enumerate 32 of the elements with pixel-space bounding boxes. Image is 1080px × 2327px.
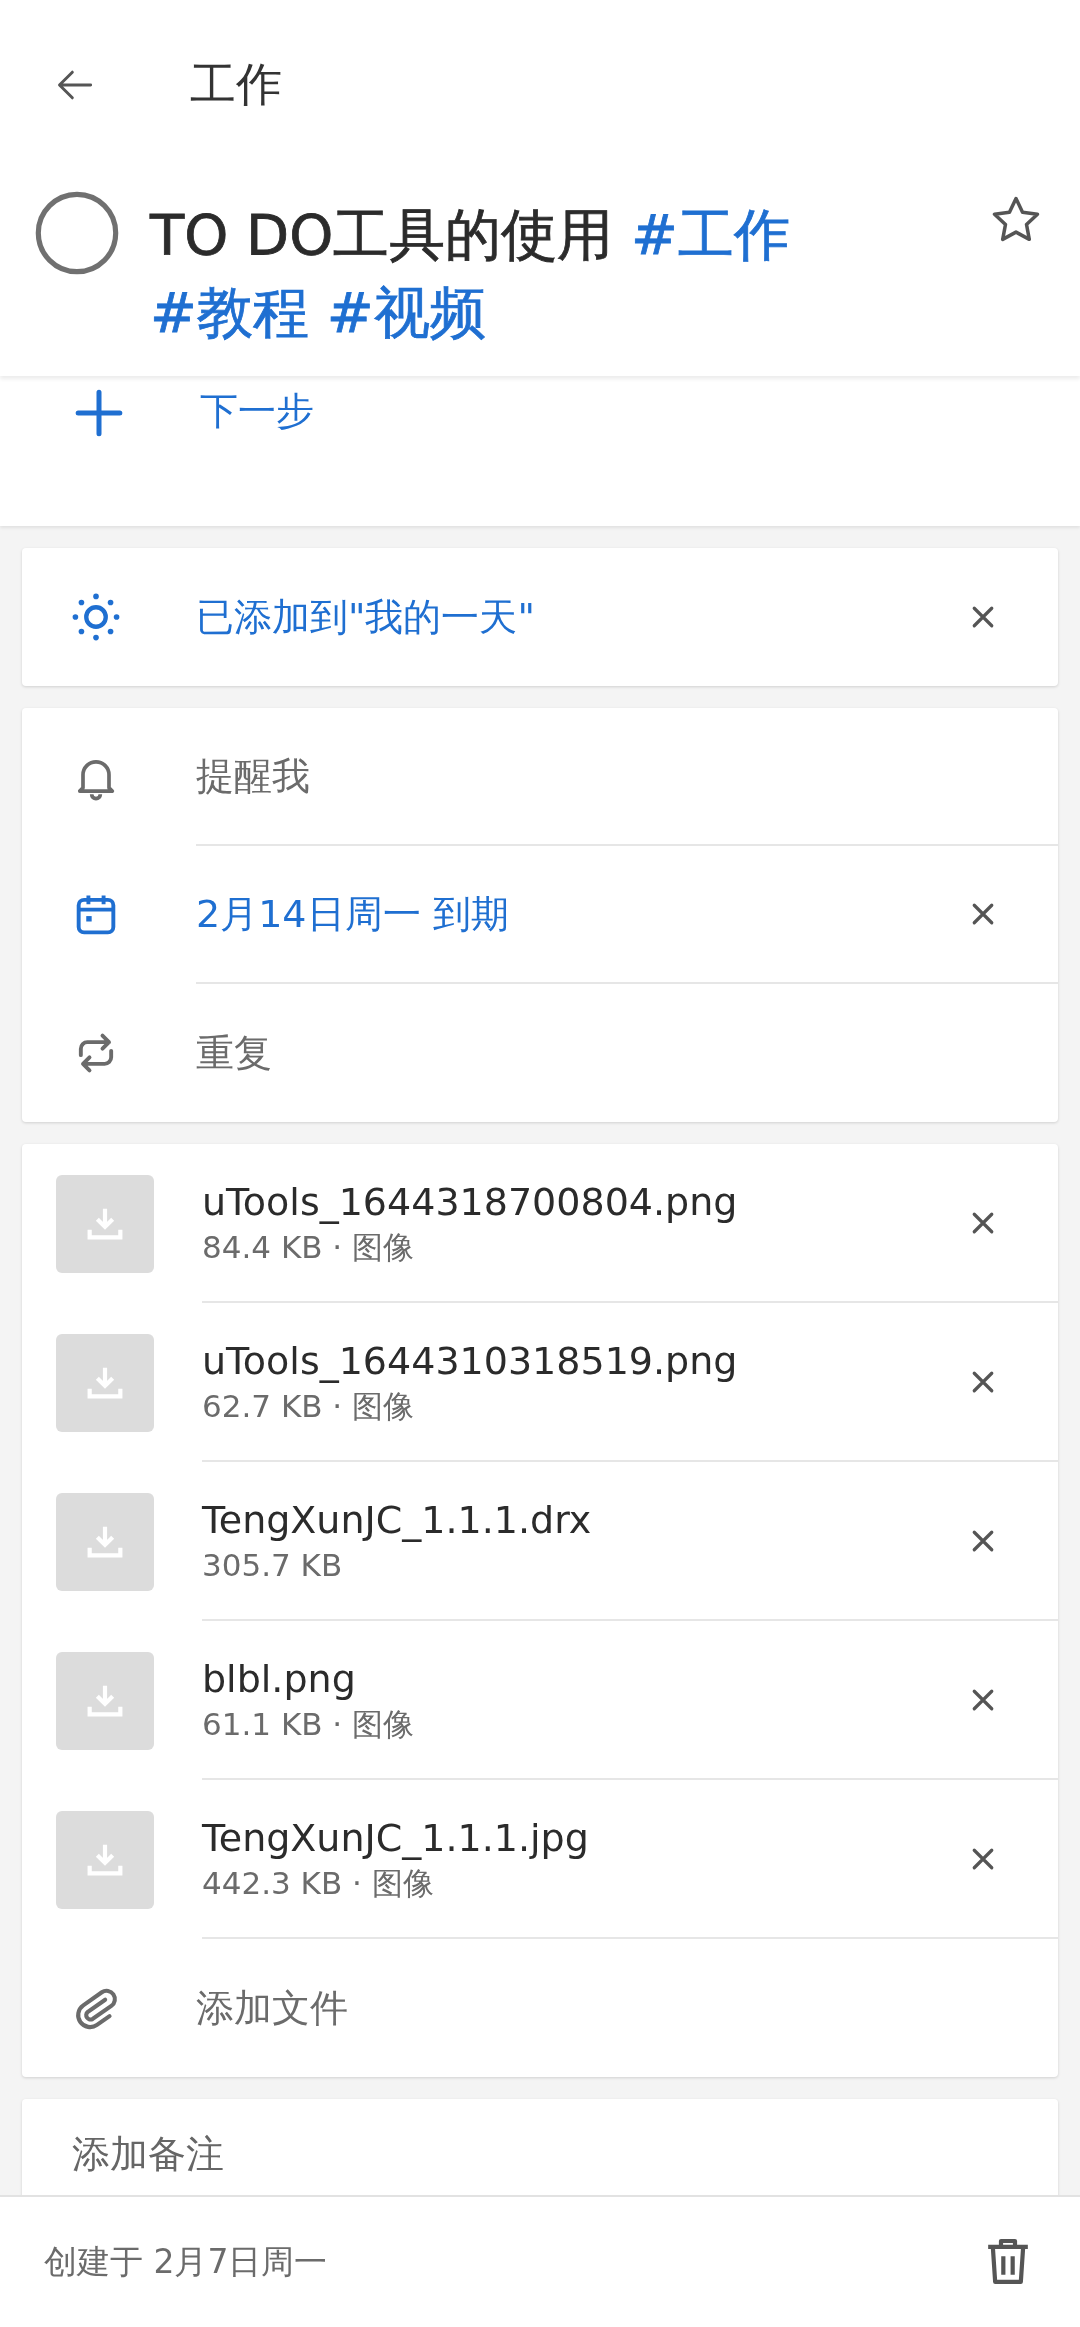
file-meta: 62.7 KB · 图像 [202, 1386, 416, 1426]
file-meta: 305.7 KB [202, 1545, 344, 1585]
note-box[interactable]: 添加备注 [22, 2099, 1058, 2195]
tag-link[interactable]: #教程 [150, 280, 309, 345]
file-name[interactable]: uTools_1644318700804.png [202, 1177, 738, 1226]
schedule-option[interactable]: 提醒我 [196, 750, 310, 802]
file-meta: 61.1 KB · 图像 [202, 1704, 415, 1744]
file-name[interactable]: uTools_1644310318519.png [202, 1336, 738, 1385]
file-thumbnail[interactable] [56, 1651, 154, 1750]
file-thumbnail[interactable] [56, 1174, 154, 1273]
file-name[interactable]: TengXunJC_1.1.1.drx [202, 1495, 592, 1544]
note-field[interactable]: 添加备注 [72, 2129, 972, 2189]
file-name[interactable]: TengXunJC_1.1.1.jpg [202, 1813, 589, 1862]
list-title: 工作 [190, 56, 282, 113]
file-thumbnail[interactable] [56, 1810, 154, 1909]
my-day-label[interactable]: 已添加到"我的一天" [196, 591, 535, 643]
sun-icon [70, 591, 122, 643]
tag-link[interactable]: #视频 [326, 280, 486, 345]
file-thumbnail[interactable] [56, 1333, 154, 1432]
plus-icon[interactable] [74, 388, 124, 438]
file-name[interactable]: blbl.png [202, 1654, 415, 1703]
file-meta: 442.3 KB · 图像 [202, 1863, 435, 1903]
schedule-option[interactable]: 重复 [196, 1027, 272, 1079]
file-thumbnail[interactable] [56, 1492, 154, 1591]
add-step-link[interactable]: 下一步 [200, 386, 314, 437]
schedule-option[interactable]: 2月14日周一 到期 [196, 888, 509, 940]
complete-checkbox[interactable] [34, 190, 120, 276]
created-date: 创建于 2月7日周一 [44, 2240, 328, 2283]
add-file-link[interactable]: 添加文件 [196, 1982, 348, 2034]
file-meta: 84.4 KB · 图像 [202, 1227, 416, 1267]
task-title: TO DO工具的使用 [150, 202, 614, 267]
tag-link[interactable]: #工作 [631, 202, 791, 267]
